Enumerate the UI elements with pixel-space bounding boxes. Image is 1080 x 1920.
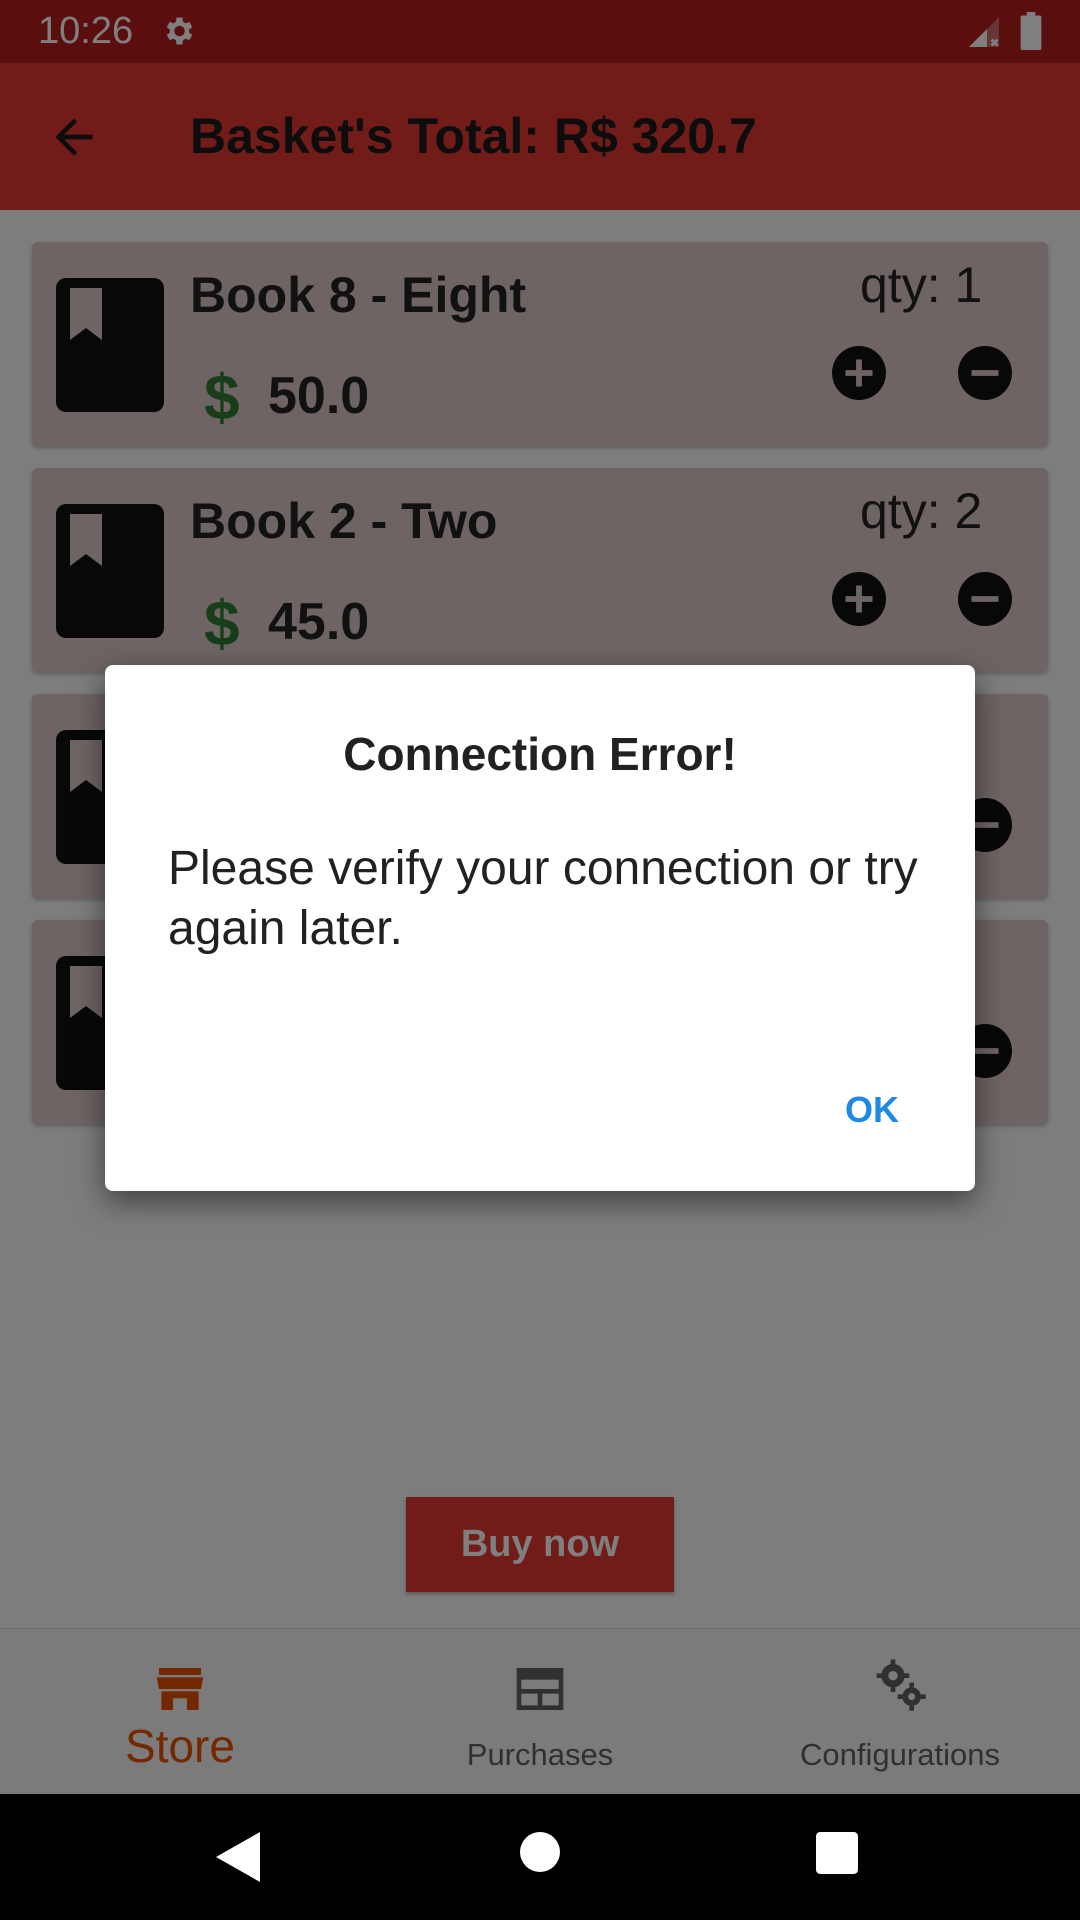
dialog-message: Please verify your connection or try aga… (168, 842, 918, 955)
recents-nav-icon[interactable] (816, 1832, 858, 1874)
dialog-title: Connection Error! (343, 728, 737, 780)
dialog-ok-button[interactable]: OK (835, 1083, 909, 1137)
home-nav-icon[interactable] (520, 1832, 560, 1872)
system-navigation-bar (0, 1794, 1080, 1920)
connection-error-dialog: Connection Error! Please verify your con… (105, 665, 975, 1191)
back-nav-icon[interactable] (216, 1832, 260, 1882)
